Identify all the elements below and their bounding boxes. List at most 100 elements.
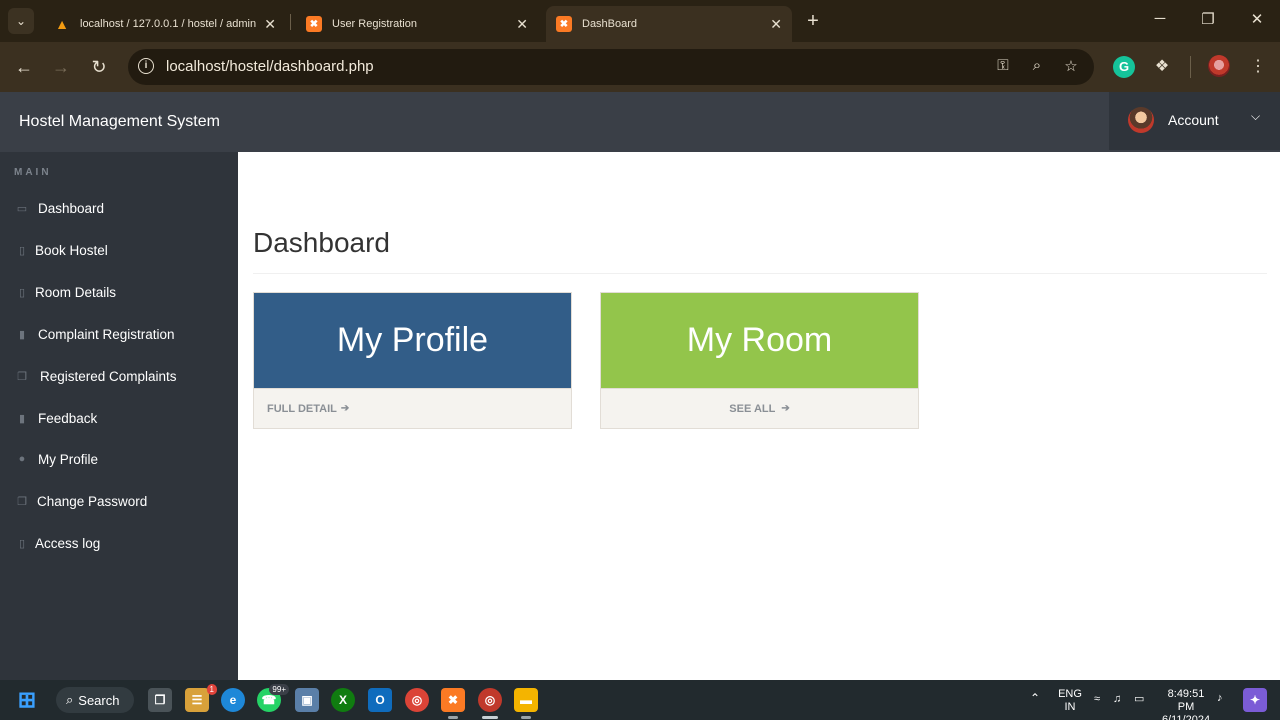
url-text[interactable]: localhost/hostel/dashboard.php [166, 58, 374, 75]
task-view-icon[interactable]: ❐ [148, 688, 172, 712]
close-icon[interactable]: ✕ [264, 16, 276, 33]
browser-profile-avatar[interactable] [1208, 55, 1230, 77]
tab-user-registration[interactable]: ✖ User Registration ✕ [296, 6, 538, 42]
brand-title[interactable]: Hostel Management System [19, 113, 220, 131]
wifi-icon[interactable]: ≈ [1094, 693, 1100, 706]
sidebar-item-registered-complaints[interactable]: ❐ Registered Complaints [0, 355, 238, 397]
file-icon: ▯ [18, 244, 26, 257]
tab-separator [290, 14, 291, 30]
whatsapp-icon[interactable]: ☎ 99+ [257, 684, 289, 712]
card-my-room: My Room SEE ALL ➔ [600, 292, 919, 429]
card-link-label: FULL DETAIL [267, 402, 337, 415]
chevron-up-icon[interactable]: ⌃ [1030, 692, 1040, 705]
outlook-icon[interactable]: O [368, 688, 392, 712]
edge-icon[interactable]: e [221, 688, 245, 712]
active-indicator [482, 716, 498, 719]
card-my-profile: My Profile FULL DETAIL ➔ [253, 292, 572, 429]
close-window-icon[interactable]: ✕ [1245, 10, 1269, 28]
region-code: IN [1064, 701, 1076, 713]
xampp-icon[interactable]: ✖ [441, 688, 465, 712]
language-code: ENG [1058, 688, 1082, 700]
sidebar-item-change-password[interactable]: ❐ Change Password [0, 480, 238, 522]
sidebar-item-book-hostel[interactable]: ▯ Book Hostel [0, 229, 238, 271]
running-indicator [448, 716, 458, 719]
zoom-icon[interactable]: ⌕ [1026, 57, 1048, 77]
files-icon: ❐ [17, 370, 27, 383]
divider [253, 273, 1267, 274]
sidebar-item-label: Book Hostel [35, 242, 108, 258]
browser-toolbar: ← → ↻ i localhost/hostel/dashboard.php ⚿… [0, 42, 1280, 92]
sidebar-item-complaint-registration[interactable]: ▮ Complaint Registration [0, 313, 238, 355]
account-menu[interactable]: Account ⌵ [1109, 92, 1280, 150]
card-header: My Room [601, 293, 918, 388]
sidebar-item-room-details[interactable]: ▯ Room Details [0, 271, 238, 313]
arrow-right-icon: ➔ [781, 403, 790, 414]
sidebar-item-label: Access log [35, 535, 101, 551]
sidebar-item-feedback[interactable]: ▮ Feedback [0, 397, 238, 439]
tab-dashboard[interactable]: ✖ DashBoard ✕ [546, 6, 792, 42]
volume-icon[interactable]: ♫ [1113, 693, 1121, 706]
sidebar-item-label: Feedback [38, 410, 98, 426]
phpmyadmin-icon: ▲ [55, 16, 69, 32]
sidebar-item-label: Change Password [37, 493, 148, 509]
notification-badge: 1 [206, 684, 217, 695]
tab-search-button[interactable]: ⌄ [8, 8, 34, 34]
address-bar[interactable]: i localhost/hostel/dashboard.php ⚿ ⌕ ☆ [128, 49, 1094, 85]
card-title: My Room [686, 321, 833, 359]
reload-icon[interactable]: ↻ [87, 55, 111, 79]
widgets-icon[interactable]: ☰ 1 [185, 684, 217, 712]
battery-icon[interactable]: ▭ [1134, 693, 1144, 706]
desktop-icon: ▭ [16, 202, 28, 215]
chrome-icon[interactable]: ◎ [405, 688, 429, 712]
new-tab-button[interactable]: + [802, 10, 824, 32]
xbox-icon[interactable]: X [331, 688, 355, 712]
toolbar-separator [1190, 56, 1191, 78]
running-indicator [521, 716, 531, 719]
account-label: Account [1168, 112, 1219, 128]
sidebar-item-my-profile[interactable]: ● My Profile [0, 438, 238, 480]
card-header: My Profile [254, 293, 571, 388]
site-info-icon[interactable]: i [138, 58, 154, 74]
restore-icon[interactable]: ❐ [1196, 10, 1220, 28]
sidebar-item-dashboard[interactable]: ▭ Dashboard [0, 187, 238, 229]
file-text-icon: ▮ [18, 412, 26, 425]
windows-taskbar: ⊞ ⌕ Search ❐ ☰ 1 e ☎ 99+ ▣ X O ◎ ✖ ◎ ▬ ⌃ E… [0, 680, 1280, 726]
tab-phpmyadmin[interactable]: ▲ localhost / 127.0.0.1 / hostel / admin… [44, 6, 286, 42]
menu-kebab-icon[interactable]: ⋮ [1246, 55, 1270, 79]
card-footer-link[interactable]: SEE ALL ➔ [601, 388, 918, 428]
minimize-icon[interactable]: ─ [1148, 10, 1172, 27]
language-indicator[interactable]: ENG IN [1058, 688, 1082, 714]
card-footer-link[interactable]: FULL DETAIL ➔ [254, 388, 571, 428]
sidebar-heading: MAIN [14, 167, 52, 178]
message-count-badge: 99+ [269, 684, 289, 695]
grammarly-icon[interactable]: G [1113, 56, 1135, 78]
forward-icon[interactable]: → [49, 55, 73, 79]
avatar [1128, 107, 1154, 133]
close-icon[interactable]: ✕ [516, 16, 528, 33]
card-link-label: SEE ALL [729, 402, 776, 415]
sidebar: MAIN ▭ Dashboard ▯ Book Hostel ▯ Room De… [0, 152, 238, 680]
clock[interactable]: 8:49:51 PM 6/11/2024 [1158, 688, 1214, 727]
app-header: Hostel Management System Account ⌵ [0, 92, 1280, 152]
windows-start-icon[interactable]: ⊞ [15, 687, 39, 712]
password-key-icon[interactable]: ⚿ [992, 57, 1014, 77]
close-icon[interactable]: ✕ [770, 16, 782, 33]
bell-icon[interactable]: ♪ [1217, 692, 1223, 705]
back-icon[interactable]: ← [12, 55, 36, 79]
chrome-profile-icon[interactable]: ◎ [478, 688, 502, 712]
taskbar-search[interactable]: ⌕ Search [56, 687, 134, 713]
file-explorer-icon[interactable]: ▬ [514, 688, 538, 712]
sidebar-item-access-log[interactable]: ▯ Access log [0, 522, 238, 564]
sidebar-item-label: Room Details [35, 284, 117, 300]
main-content: Dashboard My Profile FULL DETAIL ➔ My Ro… [238, 152, 1280, 680]
tab-title: localhost / 127.0.0.1 / hostel / admin |… [80, 18, 257, 30]
file-icon: ▯ [18, 537, 26, 550]
user-icon: ● [18, 453, 26, 465]
card-title: My Profile [336, 321, 489, 359]
app-icon[interactable]: ▣ [295, 688, 319, 712]
bookmark-star-icon[interactable]: ☆ [1060, 57, 1082, 77]
page-title: Dashboard [253, 227, 390, 258]
copilot-icon[interactable]: ✦ [1243, 688, 1267, 712]
search-icon: ⌕ [66, 692, 74, 707]
extensions-icon[interactable]: ❖ [1150, 55, 1174, 79]
